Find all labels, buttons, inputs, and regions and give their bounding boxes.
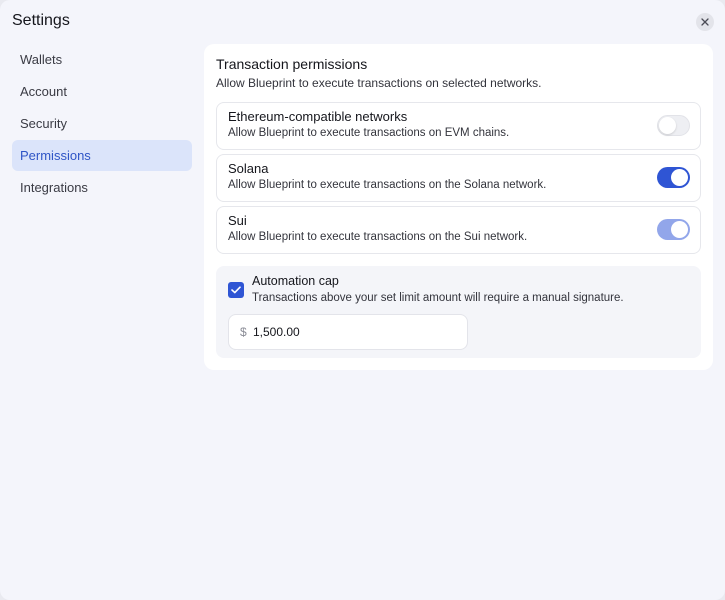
network-description: Allow Blueprint to execute transactions … — [228, 179, 547, 191]
automation-cap-checkbox[interactable] — [228, 282, 244, 298]
toggle-knob — [671, 221, 688, 238]
toggle-knob — [659, 117, 676, 134]
sidebar-item-wallets[interactable]: Wallets — [12, 44, 192, 75]
limit-amount-input[interactable] — [253, 323, 453, 341]
page-title: Settings — [12, 12, 70, 29]
network-card-solana: Solana Allow Blueprint to execute transa… — [216, 154, 701, 202]
sidebar: Wallets Account Security Permissions Int… — [12, 44, 192, 204]
sui-toggle[interactable] — [657, 219, 690, 240]
sidebar-item-integrations[interactable]: Integrations — [12, 172, 192, 203]
automation-cap-section: Automation cap Transactions above your s… — [216, 266, 701, 358]
solana-toggle[interactable] — [657, 167, 690, 188]
sidebar-item-account[interactable]: Account — [12, 76, 192, 107]
network-card-ethereum: Ethereum-compatible networks Allow Bluep… — [216, 102, 701, 150]
checkmark-icon — [231, 286, 241, 294]
automation-cap-description: Transactions above your set limit amount… — [252, 292, 624, 304]
sidebar-item-security[interactable]: Security — [12, 108, 192, 139]
network-name: Sui — [228, 213, 247, 228]
ethereum-toggle[interactable] — [657, 115, 690, 136]
limit-amount-field[interactable]: $ — [228, 314, 468, 350]
automation-cap-title: Automation cap — [252, 274, 339, 288]
currency-symbol: $ — [240, 325, 247, 339]
close-icon — [701, 18, 709, 26]
section-title: Transaction permissions — [216, 56, 368, 72]
settings-window: Settings Wallets Account Security Permis… — [0, 0, 725, 600]
network-description: Allow Blueprint to execute transactions … — [228, 127, 510, 139]
network-name: Solana — [228, 161, 269, 176]
toggle-knob — [671, 169, 688, 186]
sidebar-item-permissions[interactable]: Permissions — [12, 140, 192, 171]
permissions-panel: Transaction permissions Allow Blueprint … — [204, 44, 713, 370]
close-button[interactable] — [696, 13, 714, 31]
network-card-sui: Sui Allow Blueprint to execute transacti… — [216, 206, 701, 254]
section-description: Allow Blueprint to execute transactions … — [216, 76, 542, 90]
network-name: Ethereum-compatible networks — [228, 109, 408, 124]
network-description: Allow Blueprint to execute transactions … — [228, 231, 528, 243]
